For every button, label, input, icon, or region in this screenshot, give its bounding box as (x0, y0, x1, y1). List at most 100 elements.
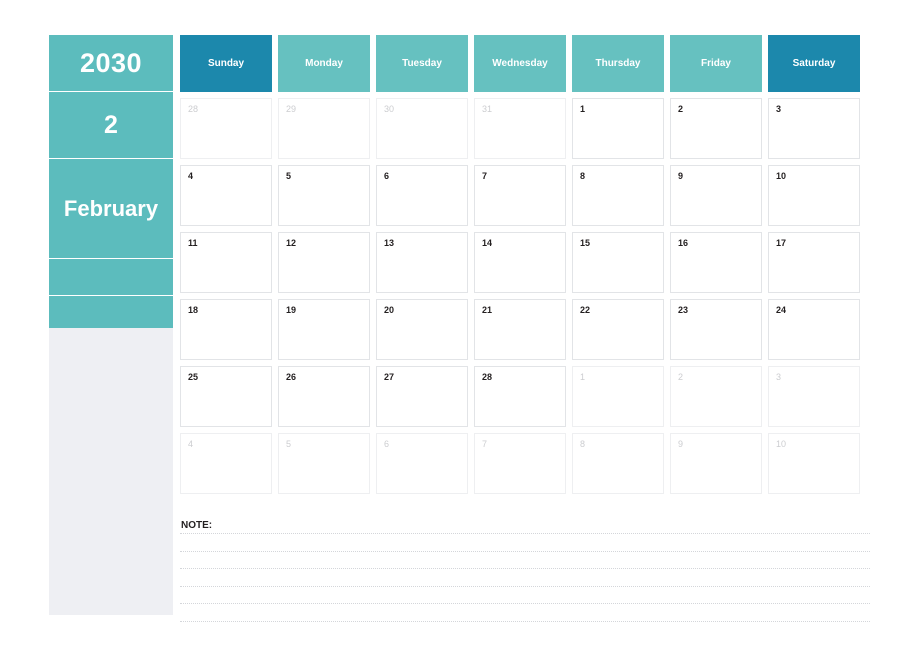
day-cell[interactable]: 2 (670, 98, 762, 159)
day-number: 26 (286, 372, 297, 382)
note-ruled-line[interactable] (180, 603, 870, 604)
day-number: 2 (678, 372, 684, 382)
calendar-week-row: 11 12 13 14 15 16 17 (180, 232, 870, 293)
day-number: 10 (776, 439, 787, 449)
day-number: 25 (188, 372, 199, 382)
day-number: 30 (384, 104, 395, 114)
note-ruled-line[interactable] (180, 568, 870, 569)
weekday-header-wednesday[interactable]: Wednesday (474, 35, 566, 92)
day-number: 10 (776, 171, 787, 181)
day-number: 21 (482, 305, 493, 315)
day-cell[interactable]: 3 (768, 98, 860, 159)
day-number: 28 (188, 104, 199, 114)
day-number: 16 (678, 238, 689, 248)
day-number: 27 (384, 372, 395, 382)
day-cell[interactable]: 22 (572, 299, 664, 360)
day-cell[interactable]: 29 (278, 98, 370, 159)
day-cell[interactable]: 8 (572, 433, 664, 494)
day-cell[interactable]: 3 (768, 366, 860, 427)
day-cell[interactable]: 1 (572, 98, 664, 159)
day-number: 24 (776, 305, 787, 315)
sidebar-blank-block-1 (49, 259, 173, 296)
weekday-header-sunday[interactable]: Sunday (180, 35, 272, 92)
day-cell[interactable]: 17 (768, 232, 860, 293)
note-label: NOTE: (181, 520, 216, 531)
day-number: 3 (776, 104, 782, 114)
day-cell[interactable]: 21 (474, 299, 566, 360)
day-number: 23 (678, 305, 689, 315)
note-ruled-line[interactable] (180, 620, 870, 622)
weekday-header-label: Monday (305, 58, 343, 69)
day-cell[interactable]: 2 (670, 366, 762, 427)
day-cell[interactable]: 27 (376, 366, 468, 427)
day-cell[interactable]: 24 (768, 299, 860, 360)
day-number: 14 (482, 238, 493, 248)
day-number: 5 (286, 171, 292, 181)
day-cell[interactable]: 20 (376, 299, 468, 360)
note-ruled-line[interactable] (180, 550, 870, 552)
day-cell[interactable]: 9 (670, 165, 762, 226)
day-cell[interactable]: 5 (278, 433, 370, 494)
day-number: 8 (580, 439, 586, 449)
day-cell[interactable]: 26 (278, 366, 370, 427)
day-cell[interactable]: 10 (768, 433, 860, 494)
day-cell[interactable]: 5 (278, 165, 370, 226)
day-cell[interactable]: 31 (474, 98, 566, 159)
day-cell[interactable]: 8 (572, 165, 664, 226)
day-number: 28 (482, 372, 493, 382)
day-cell[interactable]: 12 (278, 232, 370, 293)
day-number: 13 (384, 238, 395, 248)
day-cell[interactable]: 16 (670, 232, 762, 293)
weekday-header-label: Wednesday (492, 58, 548, 69)
day-cell[interactable]: 15 (572, 232, 664, 293)
day-cell[interactable]: 23 (670, 299, 762, 360)
note-ruled-line[interactable] (180, 533, 870, 534)
day-cell[interactable]: 13 (376, 232, 468, 293)
weekday-header-monday[interactable]: Monday (278, 35, 370, 92)
weekday-header-thursday[interactable]: Thursday (572, 35, 664, 92)
day-cell[interactable]: 10 (768, 165, 860, 226)
day-cell[interactable]: 9 (670, 433, 762, 494)
day-number: 9 (678, 439, 684, 449)
calendar-week-row: 18 19 20 21 22 23 24 (180, 299, 870, 360)
day-number: 2 (678, 104, 684, 114)
note-ruled-line[interactable] (180, 585, 870, 587)
sidebar-month-name-block: February (49, 159, 173, 259)
day-cell[interactable]: 6 (376, 433, 468, 494)
day-cell[interactable]: 1 (572, 366, 664, 427)
day-number: 17 (776, 238, 787, 248)
day-cell[interactable]: 11 (180, 232, 272, 293)
day-cell[interactable]: 6 (376, 165, 468, 226)
calendar-grid: Sunday Monday Tuesday Wednesday Thursday Frid… (180, 35, 870, 500)
day-number: 11 (188, 238, 198, 248)
day-cell[interactable]: 14 (474, 232, 566, 293)
day-cell[interactable]: 28 (180, 98, 272, 159)
weekday-header-friday[interactable]: Friday (670, 35, 762, 92)
day-cell[interactable]: 7 (474, 165, 566, 226)
day-number: 20 (384, 305, 395, 315)
day-number: 15 (580, 238, 591, 248)
day-cell[interactable]: 19 (278, 299, 370, 360)
day-cell[interactable]: 28 (474, 366, 566, 427)
day-cell[interactable]: 30 (376, 98, 468, 159)
day-cell[interactable]: 25 (180, 366, 272, 427)
calendar-week-row: 4 5 6 7 8 9 10 (180, 165, 870, 226)
day-number: 6 (384, 439, 390, 449)
day-number: 6 (384, 171, 390, 181)
sidebar-blank-block-2 (49, 296, 173, 328)
weekday-header-label: Thursday (595, 58, 641, 69)
day-cell[interactable]: 4 (180, 433, 272, 494)
day-cell[interactable]: 18 (180, 299, 272, 360)
day-number: 7 (482, 171, 488, 181)
sidebar-year-block: 2030 (49, 35, 173, 92)
day-number: 22 (580, 305, 591, 315)
day-cell[interactable]: 4 (180, 165, 272, 226)
day-number: 29 (286, 104, 297, 114)
weekday-header-tuesday[interactable]: Tuesday (376, 35, 468, 92)
calendar-weeks: 28 29 30 31 1 2 3 4 5 6 7 8 9 10 11 12 13 14 15 16 17 18 19 20 2… (180, 98, 870, 494)
day-number: 8 (580, 171, 586, 181)
weekday-header-saturday[interactable]: Saturday (768, 35, 860, 92)
day-cell[interactable]: 7 (474, 433, 566, 494)
day-number: 5 (286, 439, 292, 449)
calendar-page: 2030 2 February Sunday Monday Tuesday Wedne… (0, 0, 920, 651)
